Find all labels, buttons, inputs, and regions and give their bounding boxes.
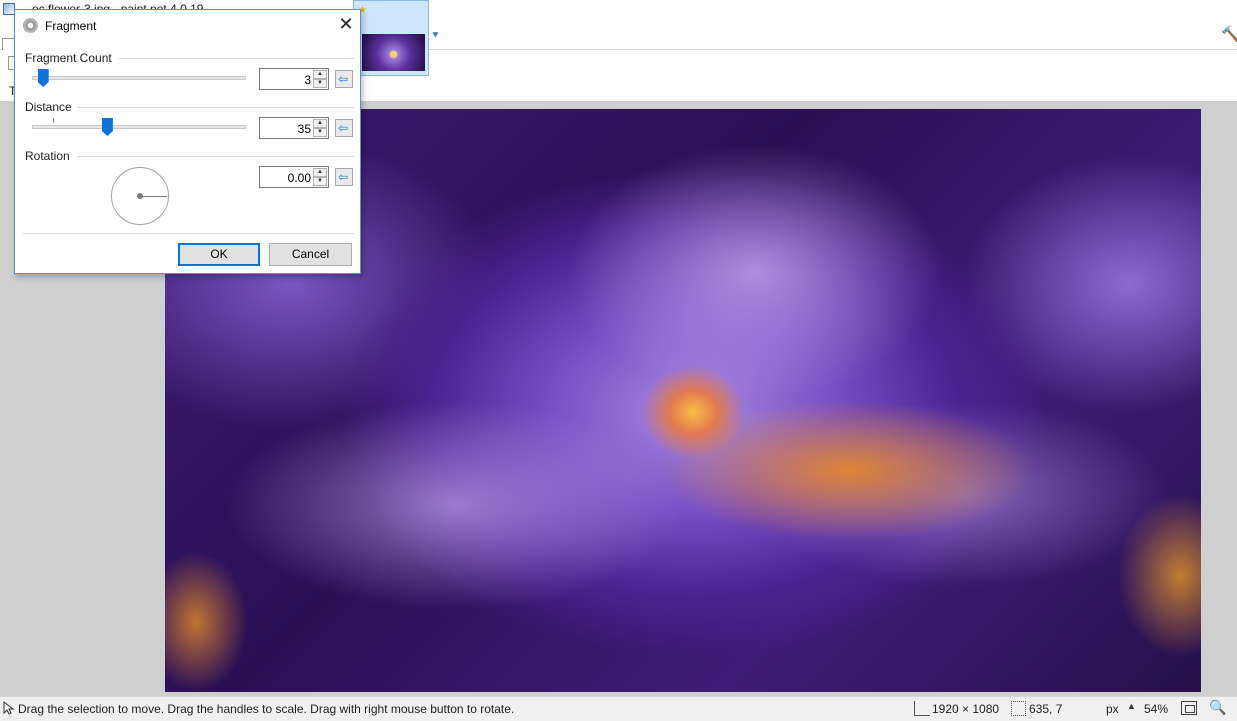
rotation-value[interactable]: 0.00 xyxy=(288,171,311,185)
units-dropdown-icon[interactable]: ▲ xyxy=(1127,701,1136,711)
fragment-count-value[interactable]: 3 xyxy=(304,73,311,87)
dialog-separator xyxy=(23,233,354,234)
decrement-arrow-icon[interactable]: ▼ xyxy=(313,79,327,88)
increment-arrow-icon[interactable]: ▲ xyxy=(313,168,327,177)
fragment-count-slider-thumb[interactable] xyxy=(37,69,49,87)
units-selector[interactable]: px xyxy=(1106,702,1119,716)
fragment-count-label: Fragment Count xyxy=(25,51,112,65)
decrement-arrow-icon[interactable]: ▼ xyxy=(313,177,327,186)
cursor-position-icon xyxy=(1011,701,1026,716)
fragment-count-reset-button[interactable] xyxy=(335,70,353,88)
rotation-stepper[interactable]: 0.00 ▲ ▼ xyxy=(259,166,329,188)
increment-arrow-icon[interactable]: ▲ xyxy=(313,70,327,79)
distance-stepper[interactable]: 35 ▲ ▼ xyxy=(259,117,329,139)
hammer-icon[interactable]: 🔨 xyxy=(1221,25,1237,43)
distance-slider-thumb[interactable] xyxy=(101,118,113,136)
image-tab[interactable]: ★ xyxy=(353,0,429,76)
cancel-button[interactable]: Cancel xyxy=(269,243,352,266)
zoom-out-icon[interactable]: 🔍 xyxy=(1209,699,1226,716)
decrement-arrow-icon[interactable]: ▼ xyxy=(313,128,327,137)
rotation-dial[interactable] xyxy=(111,167,169,225)
zoom-level[interactable]: 54% xyxy=(1144,702,1168,716)
zoom-fit-icon[interactable] xyxy=(1181,701,1197,715)
close-icon[interactable]: ✕ xyxy=(336,15,356,35)
effect-gear-icon xyxy=(23,18,38,33)
cursor-icon xyxy=(3,701,15,715)
distance-label: Distance xyxy=(25,100,72,114)
ok-button[interactable]: OK xyxy=(178,243,260,266)
rotation-dial-indicator xyxy=(140,196,167,197)
fragment-count-slider[interactable] xyxy=(32,76,246,80)
status-hint: Drag the selection to move. Drag the han… xyxy=(18,702,515,716)
dialog-title: Fragment xyxy=(45,19,97,33)
divider xyxy=(77,156,354,157)
image-size: 1920 × 1080 xyxy=(932,702,1000,716)
rotation-label: Rotation xyxy=(25,149,70,163)
image-thumbnail[interactable] xyxy=(362,34,425,71)
slider-tick xyxy=(53,118,54,123)
distance-value[interactable]: 35 xyxy=(298,122,311,136)
fragment-count-stepper[interactable]: 3 ▲ ▼ xyxy=(259,68,329,90)
increment-arrow-icon[interactable]: ▲ xyxy=(313,119,327,128)
tab-dropdown-icon[interactable]: ⯆ xyxy=(431,30,440,43)
cursor-position: 635, 7 xyxy=(1029,702,1063,716)
distance-slider[interactable] xyxy=(32,125,246,129)
rotation-dial-center xyxy=(137,193,143,199)
divider xyxy=(77,107,354,108)
image-size-icon xyxy=(914,701,930,716)
rotation-reset-button[interactable] xyxy=(335,168,353,186)
divider xyxy=(119,58,354,59)
distance-reset-button[interactable] xyxy=(335,119,353,137)
status-bar: Drag the selection to move. Drag the han… xyxy=(0,696,1237,721)
fragment-dialog: Fragment ✕ Fragment Count 3 ▲ ▼ Distance… xyxy=(14,9,361,274)
